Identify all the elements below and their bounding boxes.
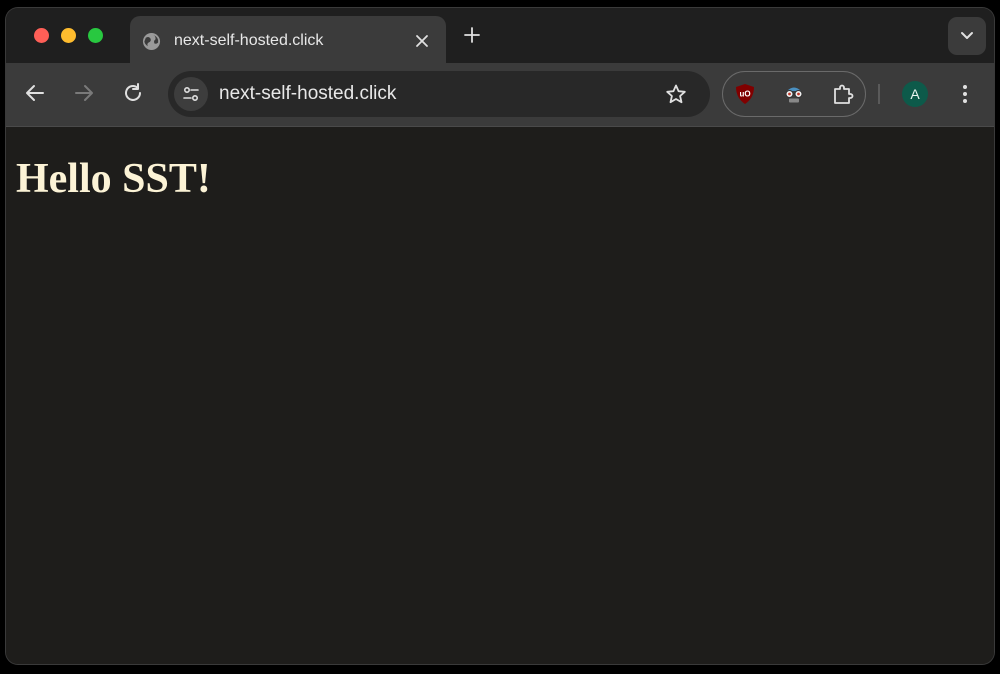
window-minimize-button[interactable] xyxy=(61,28,76,43)
page-heading: Hello SST! xyxy=(16,156,211,202)
site-info-button[interactable] xyxy=(174,77,208,111)
profile-avatar[interactable]: A xyxy=(902,81,928,107)
ublock-shield-icon[interactable]: uO xyxy=(735,83,755,105)
close-icon[interactable] xyxy=(414,33,430,49)
reload-icon[interactable] xyxy=(122,82,144,104)
tab-title: next-self-hosted.click xyxy=(174,32,324,49)
page-content: Hello SST! xyxy=(6,127,994,664)
url-text[interactable]: next-self-hosted.click xyxy=(219,83,396,105)
puzzle-icon[interactable] xyxy=(831,82,855,106)
chevron-down-icon xyxy=(961,32,973,39)
address-bar[interactable]: next-self-hosted.click xyxy=(168,71,710,117)
title-bar: next-self-hosted.click xyxy=(6,8,994,63)
tab-active[interactable]: next-self-hosted.click xyxy=(130,16,446,63)
star-icon[interactable] xyxy=(665,83,687,105)
kebab-icon[interactable] xyxy=(954,83,976,105)
arrow-right-icon[interactable] xyxy=(73,82,95,104)
tune-icon xyxy=(183,86,199,102)
plus-icon[interactable] xyxy=(462,25,482,45)
extensions-group: uO xyxy=(722,71,866,117)
browser-window: next-self-hosted.click next-self-hosted.… xyxy=(6,8,994,664)
tab-search-button[interactable] xyxy=(948,17,986,55)
svg-text:uO: uO xyxy=(739,90,750,99)
globe-icon xyxy=(142,32,161,51)
window-close-button[interactable] xyxy=(34,28,49,43)
toolbar-separator xyxy=(878,84,880,104)
browser-toolbar: next-self-hosted.click uO A xyxy=(6,63,994,127)
arrow-left-icon[interactable] xyxy=(24,82,46,104)
glasses-icon[interactable] xyxy=(782,83,806,105)
window-maximize-button[interactable] xyxy=(88,28,103,43)
